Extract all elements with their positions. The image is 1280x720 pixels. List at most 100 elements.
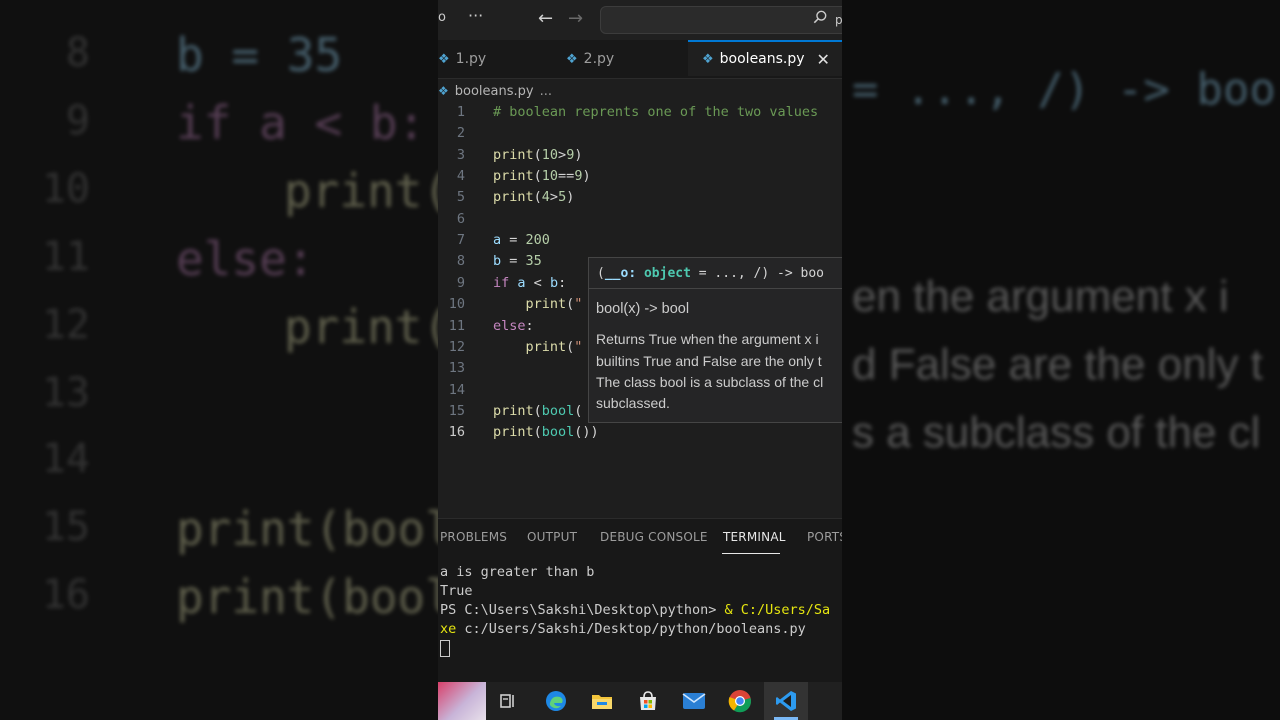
code-line[interactable]: 4 print(10==9): [438, 166, 842, 187]
tab-label: 2.py: [583, 51, 615, 67]
python-file-icon: ❖: [702, 51, 714, 67]
code-text[interactable]: print(4>5): [493, 187, 574, 208]
hover-tooltip: (__o: object = ..., /) -> boo bool(x) ->…: [588, 257, 842, 423]
back-arrow-icon[interactable]: ←: [538, 8, 553, 29]
code-line[interactable]: 6: [438, 209, 842, 230]
bg-tooltip-line: en the argument x i: [852, 272, 1229, 321]
terminal-command: & C:/Users/Sa: [724, 602, 831, 618]
hover-title: bool(x) -> bool: [596, 301, 690, 317]
more-menu-button[interactable]: ···: [468, 6, 483, 25]
hover-doc-line: builtins True and False are the only t: [596, 353, 822, 369]
tab-booleans-py[interactable]: ❖ booleans.py ✕: [688, 40, 842, 76]
bg-line-number: 16: [41, 572, 90, 618]
breadcrumb[interactable]: ❖ booleans.py ...: [438, 80, 552, 102]
line-number: 1: [456, 104, 465, 120]
bg-tooltip-line: d False are the only t: [852, 340, 1263, 389]
bg-line-number: 12: [41, 302, 90, 348]
search-text: p: [835, 13, 842, 27]
tab-1-py[interactable]: ❖ 1.py: [438, 40, 564, 78]
code-line[interactable]: 5 print(4>5): [438, 187, 842, 208]
bg-line-number: 10: [41, 166, 90, 212]
file-explorer-icon[interactable]: [586, 685, 618, 717]
bg-code-line: print(bool: [176, 570, 438, 624]
title-bar-text: o: [438, 10, 446, 25]
editor-tabs: ❖ 1.py ❖ 2.py ❖ booleans.py ✕: [438, 40, 842, 79]
wallpaper-thumbnail[interactable]: [438, 682, 486, 720]
store-icon[interactable]: [632, 685, 664, 717]
terminal-prompt: PS C:\Users\Sakshi\Desktop\python>: [440, 602, 725, 618]
line-number: 5: [456, 189, 465, 206]
code-text[interactable]: # boolean reprents one of the two values: [493, 102, 818, 123]
terminal-cursor[interactable]: [440, 640, 450, 657]
close-icon[interactable]: ✕: [817, 50, 830, 69]
bg-code-line: else:: [176, 232, 315, 286]
hover-signature: (__o: object = ..., /) -> boo: [597, 266, 824, 281]
tab-debug-console[interactable]: DEBUG CONSOLE: [600, 530, 708, 544]
line-number: 15: [448, 402, 465, 419]
breadcrumb-file[interactable]: booleans.py: [455, 84, 534, 99]
bg-line-number: 15: [41, 504, 90, 550]
tab-2-py[interactable]: ❖ 2.py: [566, 40, 686, 78]
command-center-search[interactable]: p: [600, 6, 842, 34]
tab-terminal[interactable]: TERMINAL: [723, 530, 786, 544]
code-text[interactable]: print(bool()): [493, 422, 599, 443]
task-view-icon[interactable]: [492, 685, 524, 717]
sig-rest: = ..., /) -> boo: [690, 266, 824, 281]
line-number: 16: [448, 424, 465, 441]
line-number: 9: [456, 274, 465, 291]
terminal-command-cont: xe: [440, 621, 457, 637]
sig-colon: :: [628, 266, 644, 281]
line-number: 8: [456, 253, 465, 270]
line-number: 7: [456, 232, 465, 249]
bg-code-line: print(: [284, 300, 438, 354]
tab-problems[interactable]: PROBLEMS: [440, 530, 507, 544]
code-text[interactable]: print(10==9): [493, 166, 591, 187]
bg-line-number: 13: [41, 370, 90, 416]
line-number: 11: [448, 317, 465, 334]
tab-output[interactable]: OUTPUT: [527, 530, 577, 544]
bg-tooltip-line: s a subclass of the cl: [852, 408, 1261, 457]
chrome-icon[interactable]: [724, 685, 756, 717]
vscode-window: o ··· ← → p ❖ 1.py ❖ 2.py ❖ booleans.py …: [438, 0, 842, 720]
python-file-icon: ❖: [438, 84, 449, 98]
python-file-icon: ❖: [566, 51, 578, 67]
code-text[interactable]: if a < b:: [493, 273, 566, 294]
vscode-icon[interactable]: [764, 682, 808, 720]
code-line[interactable]: 3 print(10>9): [438, 145, 842, 166]
sig-param: __o: [604, 266, 629, 281]
bg-tooltip-line: = ..., /) -> boo: [852, 64, 1276, 115]
line-number: 12: [448, 338, 465, 355]
code-text[interactable]: b = 35: [493, 251, 542, 272]
code-line[interactable]: 7 a = 200: [438, 230, 842, 251]
python-file-icon: ❖: [438, 51, 450, 67]
sig-paren: (: [597, 266, 605, 281]
code-text[interactable]: print(": [493, 337, 583, 358]
line-number: 14: [448, 381, 465, 398]
code-text[interactable]: else:: [493, 316, 534, 337]
code-text[interactable]: print(": [493, 294, 583, 315]
hover-divider: [589, 288, 842, 289]
terminal-prompt-line: PS C:\Users\Sakshi\Desktop\python> & C:/…: [440, 602, 830, 618]
bg-code-line: print(: [284, 164, 438, 218]
bottom-panel: PROBLEMS OUTPUT DEBUG CONSOLE TERMINAL P…: [438, 518, 842, 683]
bg-line-number: 14: [41, 436, 90, 482]
background-zoomed-code: 8 9 10 11 12 13 14 15 16 b = 35 if a < b…: [0, 0, 438, 720]
breadcrumb-rest[interactable]: ...: [540, 84, 552, 99]
bg-code-line: if a < b:: [176, 96, 426, 150]
edge-icon[interactable]: [540, 685, 572, 717]
hover-doc-line: The class bool is a subclass of the cl: [596, 374, 824, 390]
code-line[interactable]: 16 print(bool()): [438, 422, 842, 443]
tab-label: booleans.py: [719, 51, 805, 67]
forward-arrow-icon[interactable]: →: [568, 8, 583, 29]
terminal-command-line: xe c:/Users/Sakshi/Desktop/python/boolea…: [440, 621, 806, 637]
bg-code-line: print(bool: [176, 502, 438, 556]
code-text[interactable]: print(10>9): [493, 145, 582, 166]
line-number: 3: [456, 146, 465, 163]
mail-icon[interactable]: [678, 685, 710, 717]
code-text[interactable]: a = 200: [493, 230, 550, 251]
code-line[interactable]: 1 # boolean reprents one of the two value…: [438, 102, 842, 123]
code-text[interactable]: print(bool(: [493, 401, 582, 422]
tab-ports[interactable]: PORTS: [807, 530, 842, 544]
code-line[interactable]: 2: [438, 123, 842, 144]
hover-doc-line: subclassed.: [596, 395, 670, 411]
